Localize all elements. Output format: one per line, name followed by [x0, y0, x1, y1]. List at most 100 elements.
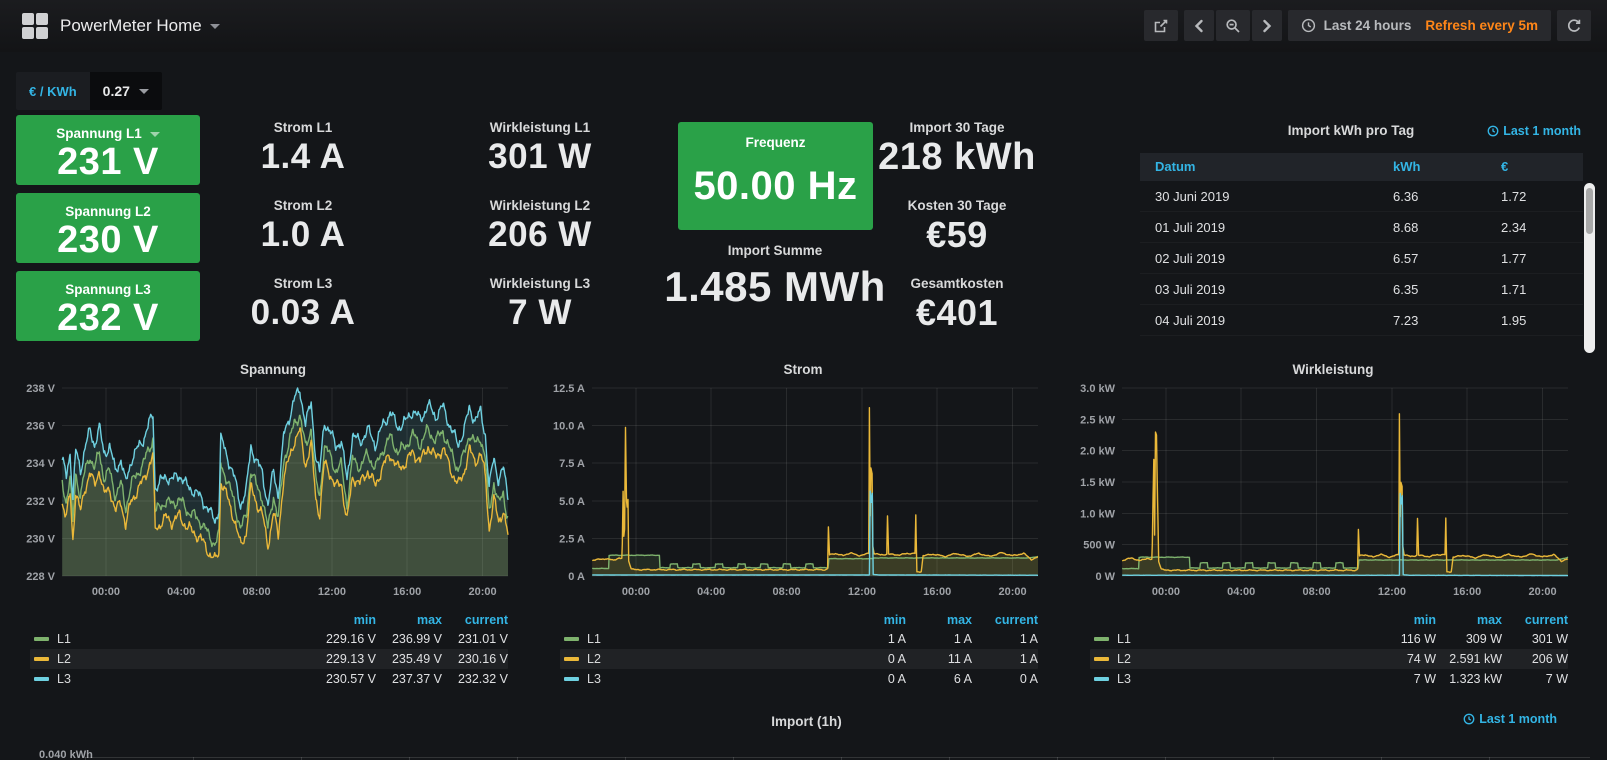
series-color-dash[interactable] — [1094, 657, 1109, 661]
stat-value: 7 W — [450, 291, 630, 335]
series-toggle-l1[interactable]: L1 — [587, 632, 601, 646]
series-color-dash[interactable] — [1094, 677, 1109, 681]
legend-col-min[interactable]: min — [840, 611, 906, 629]
time-shift-forward-button[interactable] — [1252, 10, 1282, 41]
stat-title[interactable]: Spannung L3 — [16, 282, 200, 297]
stat-title[interactable]: Wirkleistung L2 — [450, 198, 630, 213]
zoom-out-button[interactable] — [1216, 10, 1250, 41]
chart-plot-spannung[interactable]: 228 V230 V232 V234 V236 V238 V00:0004:00… — [16, 380, 530, 608]
scrollbar-thumb[interactable] — [1586, 188, 1593, 234]
chart-plot-wirkleistung[interactable]: 0 W500 W1.0 kW1.5 kW2.0 kW2.5 kW3.0 kW00… — [1076, 380, 1590, 608]
series-toggle-l2[interactable]: L2 — [587, 652, 601, 666]
x-axis-tick-label: 04:00 — [697, 586, 725, 598]
table-cell: 6.35 — [1393, 274, 1418, 305]
series-toggle-l1[interactable]: L1 — [57, 632, 71, 646]
table-cell: 03 Juli 2019 — [1155, 274, 1225, 305]
y-axis-tick-label: 230 V — [26, 533, 55, 545]
legend-value-min: 230.57 V — [310, 672, 376, 686]
x-axis-tick-label: 16:00 — [1453, 586, 1481, 598]
series-toggle-l3[interactable]: L3 — [1117, 672, 1131, 686]
series-toggle-l2[interactable]: L2 — [57, 652, 71, 666]
time-range-link[interactable]: Last 1 month — [1487, 124, 1581, 138]
panel-title[interactable]: Wirkleistung — [1076, 362, 1590, 377]
time-shift-back-button[interactable] — [1184, 10, 1214, 41]
chart-plot-strom[interactable]: 0 A2.5 A5.0 A7.5 A10.0 A12.5 A00:0004:00… — [546, 380, 1060, 608]
x-axis-tick-label: 12:00 — [318, 586, 346, 598]
x-axis-tick-label: 08:00 — [1303, 586, 1331, 598]
legend-row-l3: L3230.57 V237.37 V232.32 V — [30, 669, 508, 689]
legend-row-l3: L37 W1.323 kW7 W — [1090, 669, 1568, 689]
stat-title[interactable]: Strom L3 — [213, 276, 393, 291]
grafana-dashboard: PowerMeter Home Last 24 hours Refresh e — [0, 0, 1607, 760]
legend-col-max[interactable]: max — [906, 611, 972, 629]
apps-grid-icon[interactable] — [22, 13, 48, 39]
legend-value-min: 0 A — [840, 652, 906, 666]
y-axis-tick-label: 0 A — [568, 571, 585, 583]
series-color-dash[interactable] — [34, 677, 49, 681]
series-color-dash[interactable] — [1094, 637, 1109, 641]
stat-title[interactable]: Spannung L2 — [16, 204, 200, 219]
legend-value-min: 116 W — [1370, 632, 1436, 646]
dashboard-title-text: PowerMeter Home — [60, 16, 202, 35]
table-cell: 04 Juli 2019 — [1155, 305, 1225, 336]
stat-title[interactable]: Gesamtkosten — [867, 276, 1047, 291]
column-header-datum[interactable]: Datum — [1155, 153, 1195, 181]
clock-icon — [1301, 18, 1316, 33]
time-range-link[interactable]: Last 1 month — [1463, 712, 1557, 726]
dashboard-variables: € / KWh 0.27 — [16, 72, 162, 110]
stat-title[interactable]: Strom L1 — [213, 120, 393, 135]
chevron-down-icon — [210, 24, 220, 29]
legend-col-current[interactable]: current — [972, 611, 1038, 629]
legend-header: minmaxcurrent — [560, 611, 1038, 629]
series-toggle-l3[interactable]: L3 — [57, 672, 71, 686]
stat-value: 1.0 A — [213, 213, 393, 257]
stat-panel-import-summe: Import Summe1.485 MWh — [650, 243, 900, 316]
scrollbar-track[interactable] — [1584, 183, 1595, 353]
share-button[interactable] — [1144, 10, 1178, 41]
stat-title[interactable]: Import 30 Tage — [867, 120, 1047, 135]
column-header-eur[interactable]: € — [1501, 153, 1508, 181]
legend-col-max[interactable]: max — [376, 611, 442, 629]
panel-title[interactable]: Spannung — [16, 362, 530, 377]
graph-panel-spannung: Spannung 228 V230 V232 V234 V236 V238 V0… — [16, 358, 530, 696]
variable-value-dropdown[interactable]: 0.27 — [90, 72, 162, 110]
legend-col-min[interactable]: min — [310, 611, 376, 629]
series-color-dash[interactable] — [34, 657, 49, 661]
y-axis-tick-label: 238 V — [26, 383, 55, 395]
dashboard-title[interactable]: PowerMeter Home — [60, 0, 220, 52]
stat-title[interactable]: Import Summe — [650, 243, 900, 258]
legend-row-l3: L30 A6 A0 A — [560, 669, 1038, 689]
chevron-left-icon — [1193, 19, 1205, 33]
table-cell: 1.72 — [1501, 181, 1526, 212]
stat-panel-frequenz: Frequenz50.00 Hz — [678, 122, 873, 230]
stat-value: 230 V — [16, 219, 200, 261]
y-axis-tick-label: 234 V — [26, 458, 55, 470]
series-color-dash[interactable] — [564, 657, 579, 661]
panel-title[interactable]: Strom — [546, 362, 1060, 377]
stat-title[interactable]: Frequenz — [678, 135, 873, 150]
column-header-kwh[interactable]: kWh — [1393, 153, 1420, 181]
stat-title[interactable]: Wirkleistung L3 — [450, 276, 630, 291]
panel-menu-caret-icon[interactable] — [150, 132, 160, 137]
legend-row-l1: L1229.16 V236.99 V231.01 V — [30, 629, 508, 649]
y-axis-tick-label: 1.0 kW — [1080, 508, 1115, 520]
series-toggle-l2[interactable]: L2 — [1117, 652, 1131, 666]
table-row: 03 Juli 20196.351.71 — [1140, 274, 1583, 305]
series-color-dash[interactable] — [34, 637, 49, 641]
series-toggle-l3[interactable]: L3 — [587, 672, 601, 686]
stat-title[interactable]: Spannung L1 — [16, 126, 200, 141]
time-picker-button[interactable]: Last 24 hours Refresh every 5m — [1288, 10, 1551, 41]
series-color-dash[interactable] — [564, 637, 579, 641]
legend-col-min[interactable]: min — [1370, 611, 1436, 629]
series-toggle-l1[interactable]: L1 — [1117, 632, 1131, 646]
refresh-button[interactable] — [1557, 10, 1591, 41]
stat-title[interactable]: Strom L2 — [213, 198, 393, 213]
stat-title[interactable]: Wirkleistung L1 — [450, 120, 630, 135]
legend-col-max[interactable]: max — [1436, 611, 1502, 629]
legend-col-current[interactable]: current — [442, 611, 508, 629]
panel-title[interactable]: Import (1h) — [16, 714, 1597, 729]
legend-col-current[interactable]: current — [1502, 611, 1568, 629]
legend-row-l2: L274 W2.591 kW206 W — [1090, 649, 1568, 669]
stat-title[interactable]: Kosten 30 Tage — [867, 198, 1047, 213]
series-color-dash[interactable] — [564, 677, 579, 681]
